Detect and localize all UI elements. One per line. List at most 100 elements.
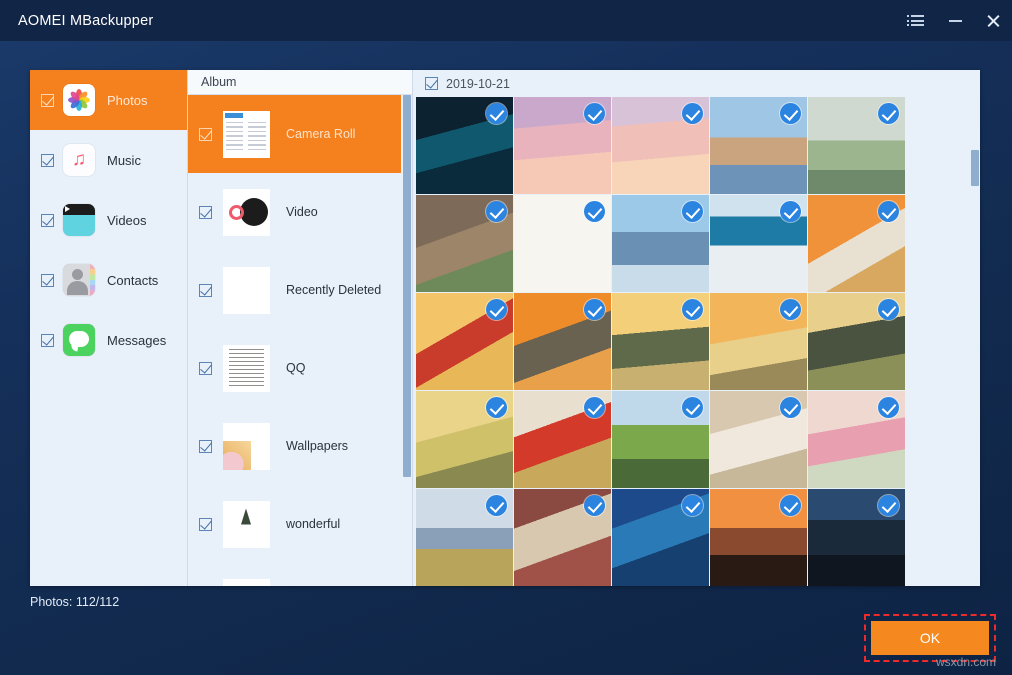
photo-thumbnail[interactable] bbox=[808, 97, 905, 194]
photo-thumbnail[interactable] bbox=[514, 293, 611, 390]
photo-selected-check-icon[interactable] bbox=[486, 495, 507, 516]
menu-button[interactable] bbox=[898, 0, 936, 41]
photo-selected-check-icon[interactable] bbox=[486, 299, 507, 320]
album-checkbox[interactable] bbox=[199, 128, 212, 141]
photo-selected-check-icon[interactable] bbox=[584, 299, 605, 320]
photo-selected-check-icon[interactable] bbox=[780, 299, 801, 320]
sidebar-item-music[interactable]: ♫Music bbox=[30, 130, 187, 190]
sidebar-item-label: Photos bbox=[107, 93, 147, 108]
photo-selected-check-icon[interactable] bbox=[486, 397, 507, 418]
sidebar-item-videos[interactable]: Videos bbox=[30, 190, 187, 250]
minimize-icon bbox=[949, 20, 962, 22]
photo-thumbnail[interactable] bbox=[710, 97, 807, 194]
album-item-wallpapers[interactable]: Wallpapers bbox=[188, 407, 412, 485]
album-item-qq[interactable]: QQ bbox=[188, 329, 412, 407]
photo-selected-check-icon[interactable] bbox=[878, 299, 899, 320]
album-scrollbar-track[interactable] bbox=[401, 95, 412, 586]
contacts-app-icon bbox=[63, 264, 95, 296]
photo-thumbnail[interactable] bbox=[514, 195, 611, 292]
photo-selected-check-icon[interactable] bbox=[878, 397, 899, 418]
photo-scrollbar-track[interactable] bbox=[969, 70, 980, 586]
sidebar-checkbox-contacts[interactable] bbox=[41, 274, 54, 287]
close-icon bbox=[986, 14, 1000, 28]
photo-thumbnail[interactable] bbox=[514, 97, 611, 194]
photo-selected-check-icon[interactable] bbox=[584, 495, 605, 516]
sidebar-checkbox-messages[interactable] bbox=[41, 334, 54, 347]
photo-selected-check-icon[interactable] bbox=[878, 103, 899, 124]
photo-thumbnail[interactable] bbox=[416, 195, 513, 292]
sidebar-item-label: Contacts bbox=[107, 273, 158, 288]
photo-selected-check-icon[interactable] bbox=[584, 397, 605, 418]
photo-selected-check-icon[interactable] bbox=[878, 495, 899, 516]
photo-selected-check-icon[interactable] bbox=[584, 201, 605, 222]
album-item-recently-deleted[interactable]: Recently Deleted bbox=[188, 251, 412, 329]
photo-thumbnail[interactable] bbox=[612, 489, 709, 586]
sidebar-item-contacts[interactable]: Contacts bbox=[30, 250, 187, 310]
photo-selected-check-icon[interactable] bbox=[682, 103, 703, 124]
date-group-label: 2019-10-21 bbox=[446, 77, 510, 91]
album-list: Camera RollVideoRecently DeletedQQ Wallpa… bbox=[188, 95, 412, 586]
photo-selected-check-icon[interactable] bbox=[682, 201, 703, 222]
photo-selected-check-icon[interactable] bbox=[486, 103, 507, 124]
photo-thumbnail[interactable] bbox=[514, 391, 611, 488]
photo-selected-check-icon[interactable] bbox=[780, 103, 801, 124]
sidebar-item-messages[interactable]: Messages bbox=[30, 310, 187, 370]
album-thumbnail bbox=[223, 111, 270, 158]
photo-thumbnail[interactable] bbox=[612, 391, 709, 488]
photo-thumbnail[interactable] bbox=[416, 391, 513, 488]
photo-selected-check-icon[interactable] bbox=[878, 201, 899, 222]
photo-thumbnail[interactable] bbox=[514, 489, 611, 586]
album-item-label: Wallpapers bbox=[286, 439, 348, 453]
window-controls bbox=[898, 0, 1012, 41]
photo-selected-check-icon[interactable] bbox=[584, 103, 605, 124]
close-button[interactable] bbox=[974, 0, 1012, 41]
photo-thumbnail[interactable] bbox=[612, 97, 709, 194]
date-group-header[interactable]: 2019-10-21 bbox=[413, 70, 980, 97]
album-item-wonderful[interactable]: wonderful bbox=[188, 485, 412, 563]
photo-thumbnail[interactable] bbox=[710, 489, 807, 586]
photo-thumbnail[interactable] bbox=[808, 489, 905, 586]
photo-thumbnail[interactable] bbox=[612, 293, 709, 390]
photo-thumbnail[interactable] bbox=[416, 293, 513, 390]
album-item-video[interactable]: Video bbox=[188, 173, 412, 251]
photo-selected-check-icon[interactable] bbox=[682, 495, 703, 516]
album-checkbox[interactable] bbox=[199, 362, 212, 375]
album-thumbnail bbox=[223, 345, 270, 392]
photo-thumbnail[interactable] bbox=[808, 195, 905, 292]
photo-selected-check-icon[interactable] bbox=[780, 397, 801, 418]
photo-scrollbar-thumb[interactable] bbox=[971, 150, 979, 186]
photo-thumbnail[interactable] bbox=[416, 97, 513, 194]
photo-selected-check-icon[interactable] bbox=[682, 299, 703, 320]
photo-selected-check-icon[interactable] bbox=[486, 201, 507, 222]
album-checkbox[interactable] bbox=[199, 440, 212, 453]
photo-selected-check-icon[interactable] bbox=[780, 201, 801, 222]
sidebar-checkbox-photos[interactable] bbox=[41, 94, 54, 107]
photo-thumbnail[interactable] bbox=[710, 293, 807, 390]
photo-thumbnail[interactable] bbox=[710, 391, 807, 488]
album-checkbox[interactable] bbox=[199, 206, 212, 219]
title-bar: AOMEI MBackupper bbox=[0, 0, 1012, 41]
messages-app-icon bbox=[63, 324, 95, 356]
sidebar-item-label: Messages bbox=[107, 333, 166, 348]
album-item-camera-roll[interactable]: Camera Roll bbox=[188, 95, 412, 173]
album-scrollbar-thumb[interactable] bbox=[403, 95, 411, 477]
photo-thumbnail[interactable] bbox=[808, 391, 905, 488]
album-checkbox[interactable] bbox=[199, 284, 212, 297]
photo-thumbnail[interactable] bbox=[710, 195, 807, 292]
photo-thumbnail[interactable] bbox=[808, 293, 905, 390]
sidebar-item-photos[interactable]: Photos bbox=[30, 70, 187, 130]
album-item[interactable] bbox=[188, 563, 412, 586]
photo-selected-check-icon[interactable] bbox=[682, 397, 703, 418]
category-sidebar: Photos ♫MusicVideos Contacts Messages bbox=[30, 70, 188, 586]
sidebar-checkbox-videos[interactable] bbox=[41, 214, 54, 227]
photo-selected-check-icon[interactable] bbox=[780, 495, 801, 516]
photo-thumbnail[interactable] bbox=[612, 195, 709, 292]
ok-button[interactable]: OK bbox=[871, 621, 989, 655]
date-group-checkbox[interactable] bbox=[425, 77, 438, 90]
status-text: Photos: 112/112 bbox=[30, 595, 119, 609]
videos-app-icon bbox=[63, 204, 95, 236]
album-checkbox[interactable] bbox=[199, 518, 212, 531]
sidebar-checkbox-music[interactable] bbox=[41, 154, 54, 167]
photo-thumbnail[interactable] bbox=[416, 489, 513, 586]
minimize-button[interactable] bbox=[936, 0, 974, 41]
